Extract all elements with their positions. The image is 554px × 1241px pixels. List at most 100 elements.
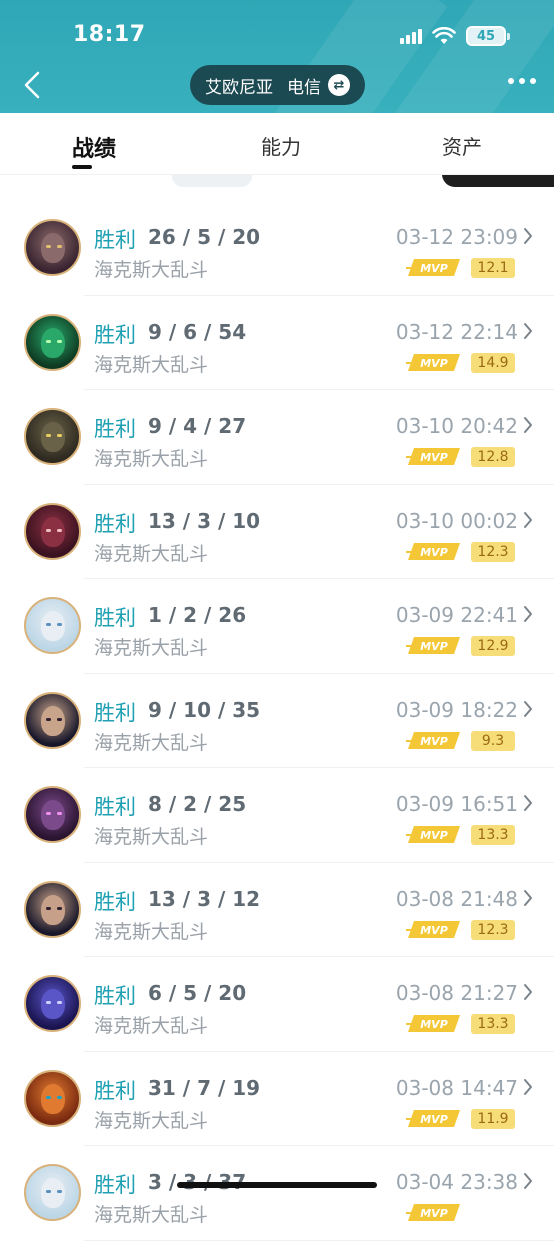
champion-avatar xyxy=(24,502,81,560)
chevron-right-icon xyxy=(524,1078,532,1095)
tab-active-indicator xyxy=(72,165,92,169)
match-date: 03-09 22:41 xyxy=(395,603,518,627)
mvp-text: MVP xyxy=(420,546,448,559)
champion-eye xyxy=(46,434,51,437)
match-date: 03-08 21:27 xyxy=(395,981,518,1005)
server-name: 艾欧尼亚 xyxy=(205,77,273,98)
match-kda: 6 / 5 / 20 xyxy=(148,981,247,1005)
battery-level: 45 xyxy=(476,28,496,44)
chevron-right-icon xyxy=(524,700,532,717)
match-row[interactable]: 胜利 13 / 3 / 12 海克斯大乱斗 03-08 21:48 MVP 12… xyxy=(0,863,554,958)
match-result: 胜利 xyxy=(94,795,136,819)
champion-face xyxy=(41,422,65,452)
match-list: 胜利 26 / 5 / 20 海克斯大乱斗 03-12 23:09 MVP 12… xyxy=(0,201,554,1241)
wifi-icon xyxy=(432,27,456,44)
match-row[interactable]: 胜利 1 / 2 / 26 海克斯大乱斗 03-09 22:41 MVP 12.… xyxy=(0,579,554,674)
match-date: 03-09 18:22 xyxy=(395,697,518,722)
match-kda: 9 / 10 / 35 xyxy=(148,697,261,722)
match-score: 13.3 xyxy=(471,1014,515,1034)
champion-eye xyxy=(57,1095,62,1099)
match-row[interactable]: 胜利 9 / 6 / 54 海克斯大乱斗 03-12 22:14 MVP 14.… xyxy=(0,296,554,391)
mvp-badge-icon: MVP xyxy=(406,826,460,843)
home-indicator xyxy=(177,1182,377,1188)
tab-bar: 战绩 能力 资产 xyxy=(0,113,554,175)
champion-eye xyxy=(57,245,62,248)
chevron-right-icon xyxy=(524,606,532,622)
champion-eye xyxy=(57,1001,62,1004)
match-mode: 海克斯大乱斗 xyxy=(94,1109,209,1132)
champion-eye xyxy=(46,1095,51,1099)
champion-eye xyxy=(57,717,62,721)
champion-face xyxy=(41,894,65,925)
tab-assets[interactable]: 资产 xyxy=(442,131,482,160)
match-kda: 8 / 2 / 25 xyxy=(148,792,247,816)
tab-record[interactable]: 战绩 xyxy=(72,131,116,163)
mvp-text: MVP xyxy=(420,640,448,653)
champion-avatar xyxy=(24,1164,81,1221)
match-score: 12.1 xyxy=(471,258,515,278)
champion-face xyxy=(41,1083,65,1114)
match-date: 03-09 16:51 xyxy=(395,792,518,816)
filter-chip[interactable] xyxy=(172,175,252,187)
match-row[interactable]: 胜利 13 / 3 / 10 海克斯大乱斗 03-10 00:02 MVP 12… xyxy=(0,485,554,580)
match-row[interactable]: 胜利 6 / 5 / 20 海克斯大乱斗 03-08 21:27 MVP 13.… xyxy=(0,957,554,1052)
match-kda: 1 / 2 / 26 xyxy=(148,603,247,627)
match-row[interactable]: 胜利 9 / 10 / 35 海克斯大乱斗 03-09 18:22 MVP 9.… xyxy=(0,674,554,769)
champion-face xyxy=(41,233,65,263)
champion-eye xyxy=(57,812,62,815)
match-result: 胜利 xyxy=(94,228,136,252)
mvp-badge-icon: MVP xyxy=(406,637,460,654)
champion-face xyxy=(41,327,65,358)
match-kda: 9 / 4 / 27 xyxy=(148,414,247,438)
server-switcher[interactable]: 艾欧尼亚 电信 ⇄ xyxy=(190,65,365,105)
match-date: 03-10 20:42 xyxy=(395,414,518,438)
tab-ability[interactable]: 能力 xyxy=(261,131,301,160)
champion-face xyxy=(41,705,65,736)
chevron-right-icon xyxy=(524,795,532,811)
match-kda: 31 / 7 / 19 xyxy=(148,1075,261,1100)
mvp-text: MVP xyxy=(420,735,448,748)
mvp-text: MVP xyxy=(420,1207,448,1220)
match-kda: 9 / 6 / 54 xyxy=(148,319,247,344)
match-score: 12.8 xyxy=(471,447,515,467)
mvp-badge-icon: MVP xyxy=(406,353,460,371)
champion-eye xyxy=(46,1001,51,1004)
chevron-right-icon xyxy=(524,984,532,1000)
champion-face xyxy=(41,800,65,830)
chevron-right-icon xyxy=(524,322,532,339)
match-score: 13.3 xyxy=(471,825,515,845)
mvp-text: MVP xyxy=(420,262,448,275)
status-time: 18:17 xyxy=(73,22,146,47)
match-result: 胜利 xyxy=(94,1173,136,1197)
chevron-right-icon xyxy=(524,417,532,433)
champion-eye xyxy=(57,906,62,910)
match-row[interactable]: 胜利 8 / 2 / 25 海克斯大乱斗 03-09 16:51 MVP 13.… xyxy=(0,768,554,863)
section-action-button[interactable] xyxy=(442,175,554,187)
match-date: 03-08 14:47 xyxy=(395,1075,518,1100)
match-kda: 26 / 5 / 20 xyxy=(148,225,261,249)
match-row[interactable]: 胜利 9 / 4 / 27 海克斯大乱斗 03-10 20:42 MVP 12.… xyxy=(0,390,554,485)
champion-face xyxy=(41,516,65,547)
match-mode: 海克斯大乱斗 xyxy=(94,731,209,754)
champion-eye xyxy=(46,717,51,721)
cellular-signal-icon xyxy=(400,28,422,44)
champion-avatar xyxy=(24,597,81,654)
match-result: 胜利 xyxy=(94,984,136,1008)
champion-eye xyxy=(46,245,51,248)
battery-icon: 45 xyxy=(466,26,510,46)
match-row[interactable]: 胜利 3 / 3 / 37 海克斯大乱斗 03-04 23:38 MVP xyxy=(0,1146,554,1241)
match-score: 12.3 xyxy=(471,541,515,562)
mvp-text: MVP xyxy=(420,1018,448,1031)
match-row[interactable]: 胜利 26 / 5 / 20 海克斯大乱斗 03-12 23:09 MVP 12… xyxy=(0,201,554,296)
match-row[interactable]: 胜利 31 / 7 / 19 海克斯大乱斗 03-08 14:47 MVP 11… xyxy=(0,1052,554,1147)
match-mode: 海克斯大乱斗 xyxy=(94,259,209,281)
mvp-badge-icon: MVP xyxy=(406,259,460,276)
match-score: 14.9 xyxy=(471,352,515,373)
back-chevron-icon[interactable] xyxy=(18,68,48,102)
more-dots-icon[interactable] xyxy=(508,78,536,84)
champion-eye xyxy=(57,623,62,626)
champion-eye xyxy=(46,812,51,815)
match-result: 胜利 xyxy=(94,700,136,725)
mvp-badge-icon: MVP xyxy=(406,920,460,938)
champion-eye xyxy=(46,1190,51,1193)
